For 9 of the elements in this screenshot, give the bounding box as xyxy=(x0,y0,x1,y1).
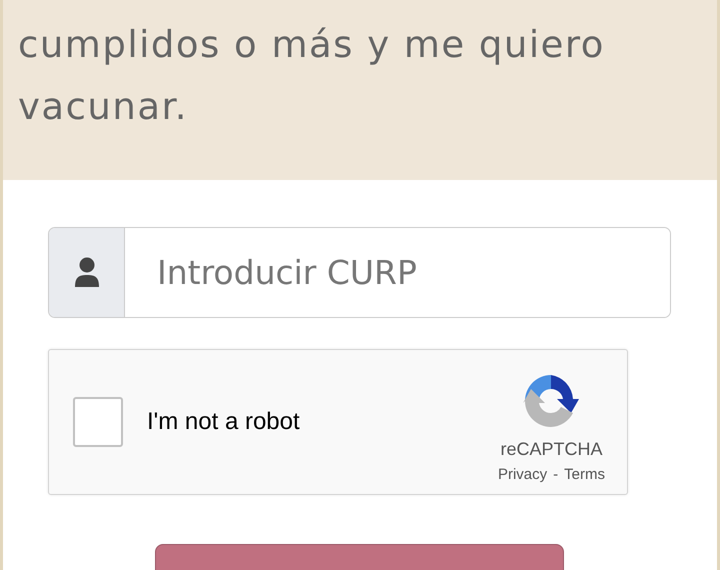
terms-link[interactable]: Terms xyxy=(564,466,605,483)
captcha-checkbox[interactable] xyxy=(73,397,123,447)
intro-text: cumplidos o más y me quiero vacunar. xyxy=(18,22,606,130)
privacy-link[interactable]: Privacy xyxy=(498,466,548,483)
captcha-label: I'm not a robot xyxy=(147,408,301,436)
curp-field[interactable]: Introducir CURP xyxy=(48,227,671,318)
person-icon xyxy=(74,256,100,288)
link-separator: - xyxy=(553,466,558,483)
captcha-brand: reCAPTCHA xyxy=(500,439,602,460)
